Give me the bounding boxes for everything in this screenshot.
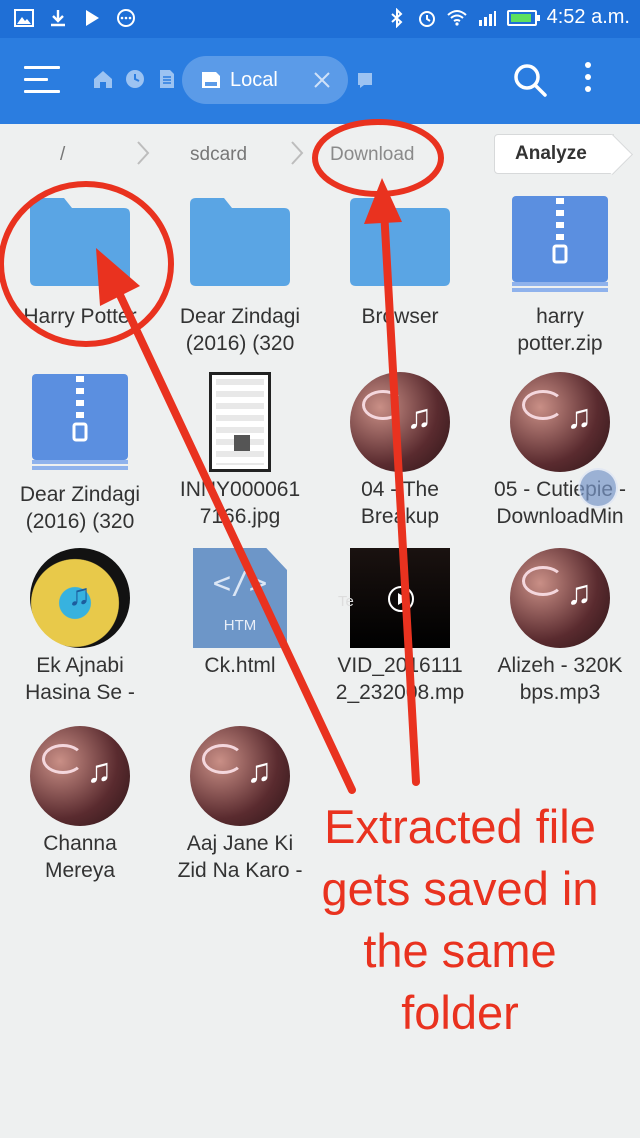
annotation-line: Extracted file (324, 800, 596, 853)
file-name: Channa (43, 832, 117, 855)
file-name-line2: bps.mp3 (519, 681, 601, 704)
file-name: Harry Potter (23, 305, 137, 328)
analyze-button[interactable]: Analyze (494, 134, 614, 174)
file-name-line2: Mereya (44, 859, 116, 882)
app-bar: Local (0, 38, 640, 124)
file-item-browser-folder[interactable]: Browser (320, 198, 480, 330)
play-icon (388, 586, 414, 612)
file-name-line2: (2016) (320 (25, 510, 135, 533)
file-item-inny-jpg[interactable]: INNY000061 7166.jpg (160, 372, 320, 530)
file-name-line2: DownloadMin (496, 505, 624, 528)
file-name: Aaj Jane Ki (186, 832, 294, 855)
chevron-right-icon (291, 141, 304, 165)
folder-icon (30, 198, 130, 286)
signal-icon (478, 10, 496, 26)
video-caption: Te (338, 593, 354, 610)
file-item-harry-potter-zip[interactable]: harry potter.zip (480, 196, 640, 357)
window-tab-icon[interactable] (356, 70, 374, 90)
status-bar: 4:52 a.m. (0, 0, 640, 38)
tab-local-label: Local (230, 68, 278, 91)
play-store-icon (86, 10, 99, 26)
more-options-icon[interactable] (578, 62, 598, 102)
battery-icon (506, 9, 540, 26)
file-name: Ck.html (204, 654, 276, 677)
zip-archive-icon (512, 196, 608, 292)
file-name-line2: 2_232008.mp (335, 681, 465, 704)
annotation-line: the same (363, 924, 557, 977)
close-icon[interactable] (312, 70, 332, 90)
breadcrumb-sdcard[interactable]: sdcard (190, 144, 247, 166)
document-icon[interactable] (156, 68, 178, 90)
local-storage-icon (202, 72, 220, 88)
album-art (190, 726, 290, 826)
file-item-vid-mp4[interactable]: Te VID_2016111 2_232008.mp (320, 548, 480, 706)
file-name: Browser (361, 305, 439, 328)
file-type-label: HTM (223, 617, 257, 634)
file-item-alizeh[interactable]: Alizeh - 320K bps.mp3 (480, 548, 640, 706)
tab-local[interactable]: Local (182, 56, 348, 104)
file-name: INNY000061 (179, 478, 301, 501)
album-art (510, 548, 610, 648)
gallery-icon (14, 9, 34, 27)
chevron-right-icon (137, 141, 150, 165)
file-name: harry (536, 305, 584, 328)
recent-icon[interactable] (124, 68, 146, 90)
search-icon[interactable] (512, 62, 548, 98)
clock: 4:52 a.m. (546, 6, 630, 28)
folder-icon (350, 198, 450, 286)
floating-assistant-button[interactable] (578, 468, 618, 508)
album-art (30, 548, 130, 648)
album-art (510, 372, 610, 472)
file-item-channa-mereya[interactable]: Channa Mereya (0, 726, 160, 884)
file-item-ek-ajnabi[interactable]: Ek Ajnabi Hasina Se - (0, 548, 160, 706)
menu-button[interactable] (24, 66, 60, 96)
alarm-icon (418, 10, 435, 27)
file-name-line2: Hasina Se - (25, 681, 135, 704)
home-icon[interactable] (92, 68, 114, 90)
folder-icon (190, 198, 290, 286)
album-art (350, 372, 450, 472)
file-name: Ek Ajnabi (36, 654, 124, 677)
annotation-line: folder (401, 986, 519, 1039)
file-item-ck-html[interactable]: </> HTM Ck.html (160, 548, 320, 679)
file-name-line2: (2016) (320 (185, 332, 295, 355)
bluetooth-icon (390, 7, 403, 28)
file-name-line2: Breakup (360, 505, 440, 528)
file-item-dear-zindagi-folder[interactable]: Dear Zindagi (2016) (320 (160, 198, 320, 357)
code-icon: </> (212, 566, 268, 601)
more-notifications-icon (117, 9, 135, 27)
file-name-line2: Zid Na Karo - (177, 859, 303, 882)
annotation-text: Extracted file gets saved in the same fo… (300, 796, 620, 1044)
breadcrumb-download[interactable]: Download (330, 144, 415, 166)
image-thumbnail (209, 372, 271, 472)
video-thumbnail: Te (338, 548, 450, 648)
annotation-line: gets saved in (321, 862, 599, 915)
album-art (30, 726, 130, 826)
wifi-icon (446, 9, 467, 26)
breadcrumb-root[interactable]: / (60, 144, 65, 166)
file-name-line2: 7166.jpg (199, 505, 281, 528)
file-name-line2: potter.zip (517, 332, 603, 355)
file-name: Dear Zindagi (19, 483, 141, 506)
file-item-the-breakup[interactable]: 04 - The Breakup (320, 372, 480, 530)
file-name: Dear Zindagi (179, 305, 301, 328)
file-item-aaj-jane-ki[interactable]: Aaj Jane Ki Zid Na Karo - (160, 726, 320, 884)
zip-archive-icon (32, 374, 128, 470)
file-name: 04 - The (361, 478, 439, 501)
file-item-dear-zindagi-zip[interactable]: Dear Zindagi (2016) (320 (0, 374, 160, 535)
file-item-harry-potter-folder[interactable]: Harry Potter (0, 198, 160, 330)
file-name: VID_2016111 (337, 654, 463, 677)
download-icon (51, 10, 65, 27)
file-item-cutiepie[interactable]: 05 - Cutiepie - DownloadMin (480, 372, 640, 530)
file-name: Alizeh - 320K (497, 654, 623, 677)
html-file-icon: </> HTM (193, 548, 287, 648)
